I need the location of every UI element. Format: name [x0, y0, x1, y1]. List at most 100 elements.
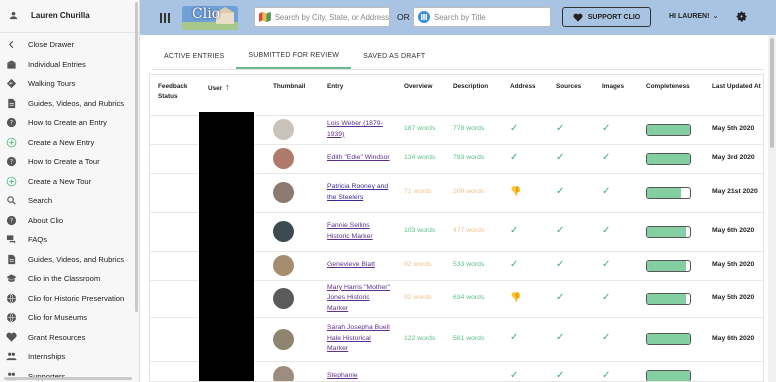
sidebar-item-label: Clio in the Classroom: [28, 274, 101, 284]
entry-title-link[interactable]: Edith "Edie" Windsor: [327, 154, 390, 161]
sources-cell: ✓: [548, 316, 594, 361]
sidebar-item-faqs[interactable]: FAQs: [0, 230, 139, 250]
address-cell: ✓: [502, 360, 548, 381]
description-cell: 533 words: [445, 250, 502, 280]
sidebar-divider: [0, 32, 139, 33]
sidebar-item-walking-tours[interactable]: Walking Tours: [0, 74, 139, 94]
entry-thumbnail[interactable]: [273, 148, 294, 169]
sidebar-item-search[interactable]: Search: [0, 191, 139, 211]
entry-thumbnail[interactable]: [273, 255, 294, 276]
completeness-cell: [638, 279, 704, 317]
description-word-count: 533 words: [453, 261, 485, 269]
sidebar-item-guides-videos-and-rubrics[interactable]: Guides, Videos, and Rubrics: [0, 94, 139, 114]
sidebar-item-grant-resources[interactable]: Grant Resources: [0, 328, 139, 348]
check-icon: ✓: [556, 369, 565, 381]
overview-word-count: 82 words: [404, 261, 432, 269]
images-cell: ✓: [594, 279, 638, 317]
completeness-bar-fill: [647, 334, 690, 344]
sidebar-item-label: Create a New Tour: [28, 176, 92, 186]
sidebar-scrollbar[interactable]: [135, 2, 138, 312]
location-search-input[interactable]: Search by City, State, or Address: [254, 7, 390, 27]
description-word-count: 634 words: [453, 294, 485, 302]
sidebar-item-guides-videos-and-rubrics[interactable]: Guides, Videos, and Rubrics: [0, 250, 139, 270]
entry-title-link[interactable]: Patricia Rooney and the Steelers: [327, 183, 388, 201]
sidebar-item-about-clio[interactable]: ? About Clio: [0, 211, 139, 231]
entry-thumbnail[interactable]: [273, 328, 294, 350]
header-address[interactable]: Address: [502, 75, 548, 115]
header-entry[interactable]: Entry: [319, 75, 396, 115]
sidebar-item-label: Walking Tours: [28, 79, 76, 89]
user-menu[interactable]: HI LAUREN! ⌄: [669, 12, 718, 21]
entry-thumbnail[interactable]: [273, 119, 294, 140]
header-thumbnail[interactable]: Thumbnail: [265, 75, 319, 115]
last-updated-cell: May 6th 2020: [704, 316, 763, 361]
menu-toggle-icon[interactable]: [154, 12, 176, 23]
header-last-updated[interactable]: Last Updated At: [704, 75, 763, 115]
sort-arrow-up-icon[interactable]: ↑: [225, 82, 230, 92]
entry-thumbnail[interactable]: [273, 365, 294, 381]
tab-saved-as-draft[interactable]: SAVED AS DRAFT: [351, 43, 437, 69]
sidebar-item-create-a-new-tour[interactable]: Create a New Tour: [0, 172, 139, 192]
sidebar-item-internships[interactable]: Internships: [0, 347, 139, 367]
entry-thumbnail[interactable]: [273, 221, 294, 242]
entry-thumbnail[interactable]: [273, 288, 294, 309]
header-description[interactable]: Description: [445, 75, 502, 115]
title-search-input[interactable]: Search by Title: [413, 7, 551, 27]
gear-icon[interactable]: [735, 10, 748, 23]
header-feedback-status[interactable]: Feedback Status: [150, 75, 200, 115]
entry-title-link[interactable]: Stephanie: [327, 372, 358, 379]
sidebar-item-close-drawer[interactable]: Close Drawer: [0, 35, 139, 55]
tab-submitted-for-review[interactable]: SUBMITTED FOR REVIEW: [236, 43, 352, 69]
sidebar-user[interactable]: Lauren Churilla: [0, 0, 139, 30]
header-user[interactable]: User ↑: [200, 75, 265, 115]
header-overview[interactable]: Overview: [396, 75, 445, 115]
page-scrollbar-thumb[interactable]: [770, 38, 774, 148]
entry-title-link[interactable]: Sarah Josepha Buell Hale Historical Mark…: [327, 324, 390, 352]
help-circle-icon: ?: [6, 117, 17, 128]
tab-active-entries[interactable]: ACTIVE ENTRIES: [152, 43, 236, 69]
sidebar-horizontal-scrollbar[interactable]: [4, 377, 132, 380]
description-word-count: 778 words: [453, 125, 485, 133]
thumbnail-cell: [265, 360, 319, 381]
entry-title-link[interactable]: Fannie Sellins Historic Marker: [327, 222, 373, 240]
entry-thumbnail[interactable]: [273, 182, 294, 203]
sidebar-item-label: Grant Resources: [28, 332, 86, 342]
feedback-status-cell: [150, 279, 200, 317]
support-clio-label: SUPPORT CLIO: [587, 13, 641, 21]
entry-title-link[interactable]: Mary Harris "Mother" Jones Historic Mark…: [327, 284, 390, 312]
add-circle-icon: [6, 137, 17, 148]
check-icon: ✓: [556, 291, 565, 303]
images-cell: ✓: [594, 211, 638, 251]
check-icon: ✓: [510, 122, 519, 134]
sidebar-item-label: Search: [28, 196, 53, 206]
header-sources[interactable]: Sources: [548, 75, 594, 115]
table-header-row: Feedback Status User ↑ Thumbnail Entry Ov…: [150, 75, 763, 115]
account-icon: [8, 10, 19, 21]
check-icon: ✓: [602, 185, 611, 197]
address-cell: ✓: [502, 143, 548, 173]
entry-cell: Sarah Josepha Buell Hale Historical Mark…: [319, 316, 396, 361]
sidebar-item-how-to-create-a-tour[interactable]: ? How to Create a Tour: [0, 152, 139, 172]
header-images[interactable]: Images: [594, 75, 638, 115]
last-updated-cell: May 6th 2020: [704, 211, 763, 251]
overview-cell: 103 words: [396, 211, 445, 251]
entry-title-link[interactable]: Lois Weber (1879-1939): [327, 120, 383, 138]
sidebar-item-individual-entries[interactable]: Individual Entries: [0, 55, 139, 75]
sidebar-item-clio-for-museums[interactable]: Clio for Museums: [0, 308, 139, 328]
feedback-status-cell: [150, 172, 200, 212]
last-updated-cell: [704, 360, 763, 381]
last-updated-date: May 6th 2020: [712, 227, 755, 235]
thumbnail-cell: [265, 143, 319, 173]
header-completeness[interactable]: Completeness: [638, 75, 704, 115]
sidebar-item-how-to-create-an-entry[interactable]: ? How to Create an Entry: [0, 113, 139, 133]
support-clio-button[interactable]: SUPPORT CLIO: [562, 7, 651, 27]
sidebar-drawer: Lauren Churilla Close Drawer Individual E…: [0, 0, 140, 382]
description-cell: 477 words: [445, 211, 502, 251]
entry-title-link[interactable]: Genevieve Blatt: [327, 261, 375, 268]
check-icon: ✓: [602, 369, 611, 381]
sidebar-item-create-a-new-entry[interactable]: Create a New Entry: [0, 133, 139, 153]
clio-logo[interactable]: Clio: [182, 4, 238, 32]
direction-sign-icon: [6, 78, 17, 89]
sidebar-item-clio-in-the-classroom[interactable]: Clio in the Classroom: [0, 269, 139, 289]
sidebar-item-clio-for-historic-preservation[interactable]: Clio for Historic Preservation: [0, 289, 139, 309]
